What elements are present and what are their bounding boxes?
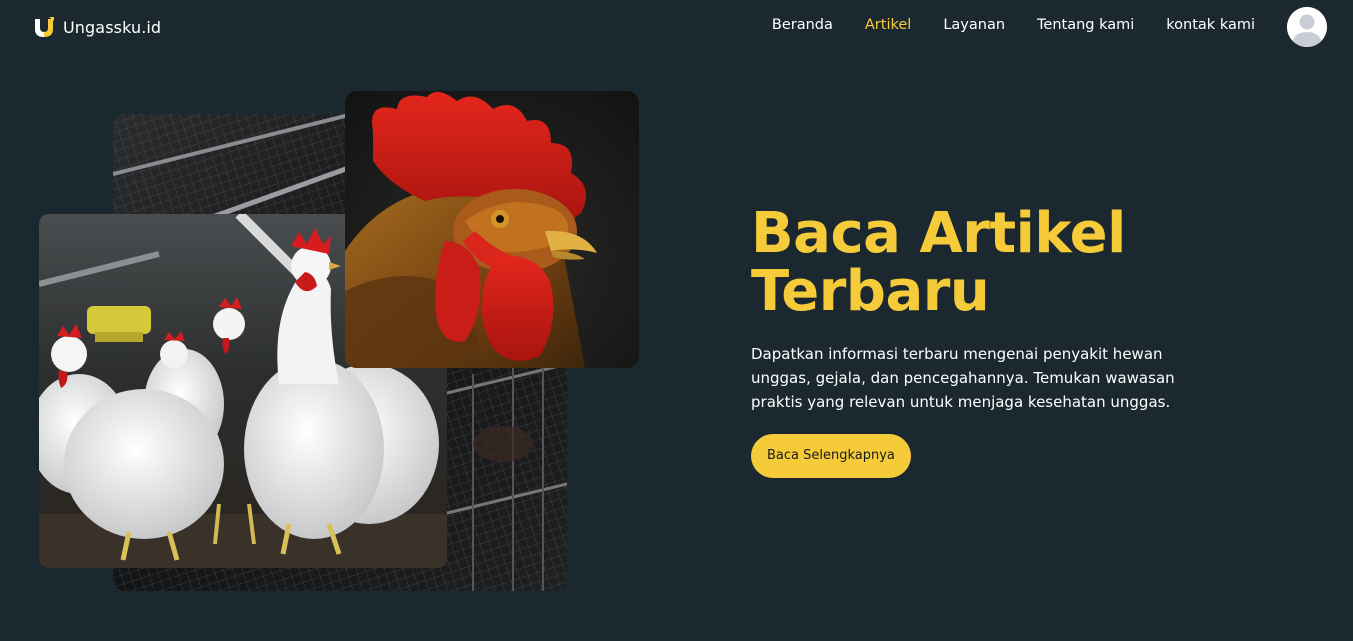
hero-title-line-2: Terbaru — [751, 259, 990, 324]
nav-item-tentang-kami[interactable]: Tentang kami — [1037, 17, 1134, 33]
hero-section: Baca Artikel Terbaru Dapatkan informasi … — [751, 205, 1251, 478]
hero-title-line-1: Baca Artikel — [751, 201, 1126, 266]
navbar: Ungassku.id Beranda Artikel Layanan Tent… — [0, 0, 1353, 54]
brand-logo-icon — [35, 17, 54, 37]
user-avatar[interactable] — [1287, 7, 1327, 47]
nav-item-layanan[interactable]: Layanan — [943, 17, 1005, 33]
nav-item-artikel[interactable]: Artikel — [865, 17, 911, 33]
read-more-button[interactable]: Baca Selengkapnya — [751, 434, 911, 478]
hero-description: Dapatkan informasi terbaru mengenai peny… — [751, 345, 1175, 411]
nav-item-kontak-kami[interactable]: kontak kami — [1166, 17, 1255, 33]
hero-title: Baca Artikel Terbaru — [751, 205, 1251, 321]
rooster-photo — [345, 91, 639, 368]
brand[interactable]: Ungassku.id — [32, 14, 161, 40]
brand-name: Ungassku.id — [63, 17, 162, 37]
nav-item-beranda[interactable]: Beranda — [772, 17, 833, 33]
user-avatar-icon — [1287, 7, 1327, 47]
main-nav: Beranda Artikel Layanan Tentang kami kon… — [772, 17, 1255, 33]
